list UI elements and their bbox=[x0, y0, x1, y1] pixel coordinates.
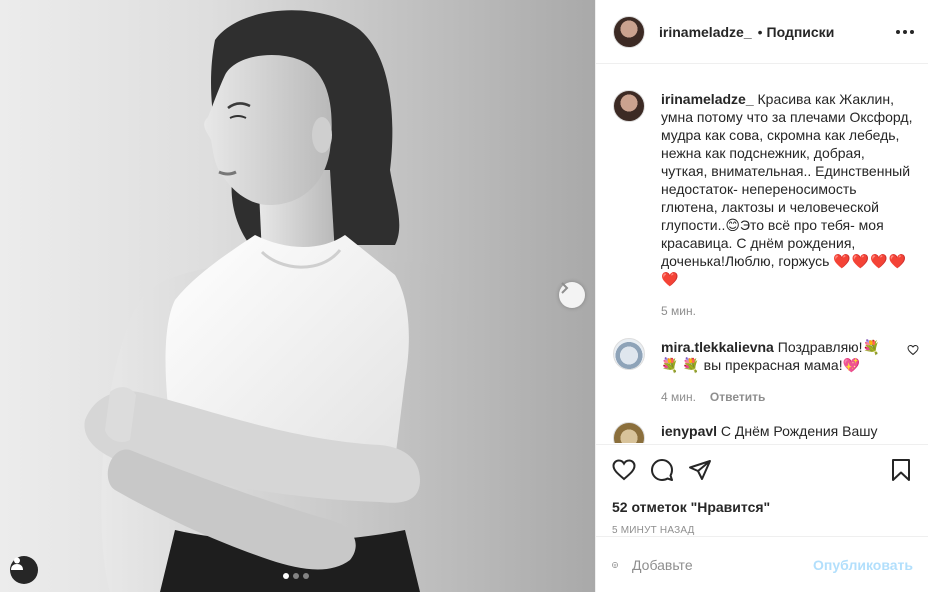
comment-username[interactable]: ienypavl bbox=[661, 423, 717, 439]
carousel-dot bbox=[293, 573, 299, 579]
post-header: irinameladze_ • Подписки bbox=[596, 0, 928, 64]
share-icon[interactable] bbox=[688, 458, 712, 482]
post-actions: 52 отметок "Нравится" 5 минут назад bbox=[596, 444, 928, 536]
header-separator: • bbox=[757, 23, 763, 40]
add-comment-bar: Опубликовать bbox=[596, 536, 928, 592]
portrait-image bbox=[84, 10, 471, 592]
carousel-dot bbox=[303, 573, 309, 579]
post-time-ago[interactable]: 5 минут назад bbox=[612, 525, 913, 536]
publish-button[interactable]: Опубликовать bbox=[813, 557, 913, 573]
tagged-users-button[interactable] bbox=[10, 556, 38, 584]
comment-input[interactable] bbox=[632, 556, 814, 573]
comment-time[interactable]: 4 мин. bbox=[661, 390, 696, 404]
post-photo[interactable] bbox=[0, 0, 595, 592]
list-item: ienypavl С Днём Рождения Вашу bbox=[613, 422, 913, 443]
likes-count[interactable]: 52 отметок "Нравится" bbox=[612, 499, 913, 515]
author-username[interactable]: irinameladze_ bbox=[659, 24, 752, 40]
heart-icon[interactable] bbox=[907, 344, 919, 356]
heart-icon[interactable] bbox=[612, 458, 636, 482]
avatar[interactable] bbox=[613, 422, 645, 443]
carousel-indicator bbox=[283, 573, 309, 579]
chevron-right-icon bbox=[561, 282, 569, 294]
comment-meta: 4 мин. Ответить bbox=[661, 388, 891, 406]
avatar[interactable] bbox=[613, 338, 645, 370]
caption-username[interactable]: irinameladze_ bbox=[661, 91, 754, 107]
list-item: mira.tlekkalievna Поздравляю!💐 💐 💐 вы пр… bbox=[613, 338, 919, 406]
post-caption: irinameladze_ Красива как Жаклин, умна п… bbox=[613, 90, 913, 320]
following-button[interactable]: Подписки bbox=[767, 24, 835, 40]
caption-time[interactable]: 5 мин. bbox=[661, 304, 696, 318]
comment-icon[interactable] bbox=[650, 458, 674, 482]
user-tag-icon bbox=[11, 557, 23, 570]
bookmark-icon[interactable] bbox=[889, 458, 913, 482]
comments-list[interactable]: irinameladze_ Красива как Жаклин, умна п… bbox=[596, 65, 928, 443]
avatar[interactable] bbox=[613, 15, 645, 48]
caption-meta: 5 мин. bbox=[661, 302, 913, 320]
comment-username[interactable]: mira.tlekkalievna bbox=[661, 339, 774, 355]
comment-text: С Днём Рождения Вашу bbox=[720, 423, 878, 439]
carousel-dot bbox=[283, 573, 289, 579]
post-side-panel: irinameladze_ • Подписки irinameladze_ К… bbox=[595, 0, 928, 592]
avatar[interactable] bbox=[613, 90, 645, 122]
emoji-icon[interactable] bbox=[612, 553, 618, 577]
more-icon bbox=[896, 29, 900, 34]
reply-button[interactable]: Ответить bbox=[710, 390, 765, 404]
next-photo-button[interactable] bbox=[559, 282, 585, 308]
more-options-button[interactable] bbox=[896, 26, 914, 38]
action-icons bbox=[612, 457, 913, 483]
caption-text: Красива как Жаклин, умна потому что за п… bbox=[661, 91, 917, 269]
